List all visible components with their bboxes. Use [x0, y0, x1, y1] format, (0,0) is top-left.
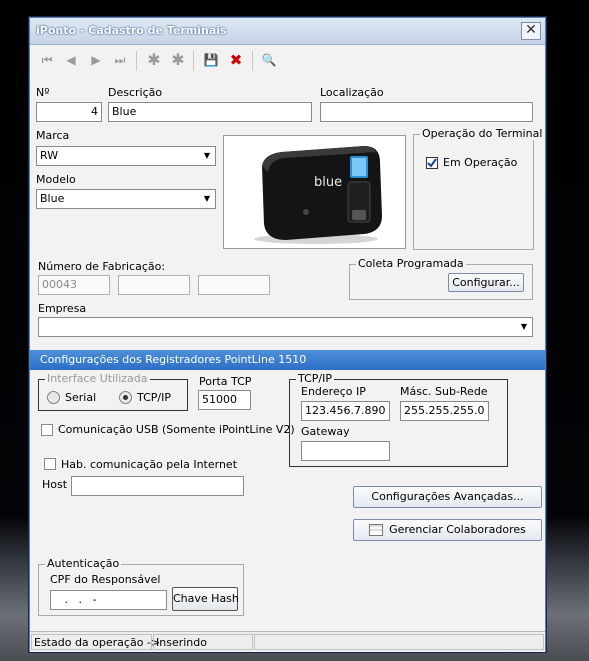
host-field[interactable] — [71, 476, 244, 496]
status-bar: Estado da operação -> Inserindo — [30, 631, 545, 652]
em-operacao-label: Em Operação — [443, 156, 518, 169]
new-record-icon[interactable]: ✱ — [145, 51, 163, 69]
terminal-window: iPonto - Cadastro de Terminais ✕ ⏮ ◀ ▶ ⏭… — [29, 17, 546, 652]
chevron-down-icon[interactable]: ▼ — [200, 191, 214, 207]
check-icon — [427, 158, 437, 168]
terminal-device-picture: blue — [254, 146, 382, 244]
toolbar-separator — [252, 51, 253, 71]
close-icon: ✕ — [525, 22, 537, 38]
modelo-value: Blue — [40, 192, 65, 205]
next-record-icon[interactable]: ▶ — [87, 51, 105, 69]
localizacao-label: Localização — [320, 86, 384, 99]
descricao-field[interactable]: Blue — [108, 102, 312, 122]
preview-icon[interactable]: 🔍 — [260, 51, 278, 69]
interface-group: Interface Utilizada Serial TCP/IP — [38, 372, 188, 411]
auth-group-label: Autenticação — [45, 557, 122, 570]
coleta-group-label: Coleta Programada — [356, 257, 466, 270]
tcpip-group: TCP/IP Endereço IP 123.456.7.890 Másc. S… — [289, 372, 508, 467]
modelo-label: Modelo — [36, 173, 76, 186]
title-bar: iPonto - Cadastro de Terminais ✕ — [30, 18, 545, 45]
endereco-label: Endereço IP — [301, 385, 366, 398]
descricao-label: Descrição — [108, 86, 163, 99]
gerenciar-label: Gerenciar Colaboradores — [389, 523, 526, 536]
fabricacao-label: Número de Fabricação: — [38, 260, 166, 273]
auth-group: Autenticação CPF do Responsável . . - Ch… — [38, 557, 244, 616]
empresa-select[interactable]: ▼ — [38, 317, 533, 337]
registradores-title: Configurações dos Registradores PointLin… — [40, 353, 307, 366]
gateway-label: Gateway — [301, 425, 350, 438]
registradores-header: Configurações dos Registradores PointLin… — [30, 350, 545, 370]
fabricacao-field-1[interactable]: 00043 — [38, 275, 110, 295]
marca-label: Marca — [36, 129, 70, 142]
configuracoes-avancadas-button[interactable]: Configurações Avançadas... — [353, 486, 542, 508]
host-label: Host — [42, 478, 68, 491]
internet-checkbox[interactable] — [44, 458, 56, 470]
device-brand: blue — [314, 175, 342, 190]
mascara-field[interactable]: 255.255.255.0 — [400, 401, 489, 421]
toolbar-separator — [193, 51, 194, 71]
marca-select[interactable]: RW ▼ — [36, 146, 216, 166]
num-label: Nº — [36, 86, 50, 99]
fabricacao-field-3[interactable] — [198, 275, 270, 295]
terminal-image: blue — [223, 135, 406, 249]
first-record-icon[interactable]: ⏮ — [38, 51, 56, 69]
previous-record-icon[interactable]: ◀ — [62, 51, 80, 69]
num-field[interactable]: 4 — [36, 102, 102, 122]
serial-label: Serial — [65, 391, 97, 404]
serial-radio[interactable] — [47, 391, 60, 404]
configurar-button[interactable]: Configurar... — [448, 273, 524, 292]
internet-label: Hab. comunicação pela Internet — [61, 458, 238, 471]
coleta-group: Coleta Programada Configurar... — [349, 257, 533, 300]
localizacao-field[interactable] — [320, 102, 533, 122]
fabricacao-field-2[interactable] — [118, 275, 190, 295]
cpf-field[interactable]: . . - — [50, 590, 167, 610]
tcpip-group-label: TCP/IP — [296, 372, 334, 385]
tcpip-label: TCP/IP — [137, 391, 171, 404]
mascara-label: Másc. Sub-Rede — [400, 385, 488, 398]
status-label: Estado da operação -> — [31, 634, 160, 650]
operacao-group: Operação do Terminal Em Operação — [413, 127, 545, 250]
list-icon — [369, 524, 384, 536]
save-icon[interactable]: 💾 — [202, 51, 220, 69]
marca-value: RW — [40, 149, 59, 162]
usb-checkbox[interactable] — [41, 424, 53, 436]
empresa-label: Empresa — [38, 302, 87, 315]
status-extra — [254, 634, 544, 650]
gerenciar-colaboradores-button[interactable]: Gerenciar Colaboradores — [353, 519, 542, 541]
interface-group-label: Interface Utilizada — [45, 372, 150, 385]
chave-hash-button[interactable]: Chave Hash — [172, 587, 239, 611]
usb-label: Comunicação USB (Somente iPointLine V2) — [58, 423, 295, 436]
window-title: iPonto - Cadastro de Terminais — [36, 24, 227, 37]
porta-label: Porta TCP — [199, 375, 252, 388]
operacao-group-label: Operação do Terminal — [420, 127, 545, 140]
toolbar-separator — [136, 51, 137, 71]
modelo-select[interactable]: Blue ▼ — [36, 189, 216, 209]
tcpip-radio[interactable] — [119, 391, 132, 404]
cancel-icon[interactable]: ✖ — [227, 51, 245, 69]
chevron-down-icon[interactable]: ▼ — [517, 319, 531, 335]
em-operacao-checkbox[interactable] — [426, 157, 438, 169]
porta-field[interactable]: 51000 — [198, 390, 251, 410]
close-button[interactable]: ✕ — [521, 22, 541, 40]
endereco-field[interactable]: 123.456.7.890 — [301, 401, 390, 421]
last-record-icon[interactable]: ⏭ — [111, 51, 129, 69]
gateway-field[interactable] — [301, 441, 390, 461]
status-value: Inserindo — [153, 634, 253, 650]
cpf-label: CPF do Responsável — [50, 573, 161, 586]
chevron-down-icon[interactable]: ▼ — [200, 148, 214, 164]
delete-record-icon[interactable]: ✱ — [169, 51, 187, 69]
